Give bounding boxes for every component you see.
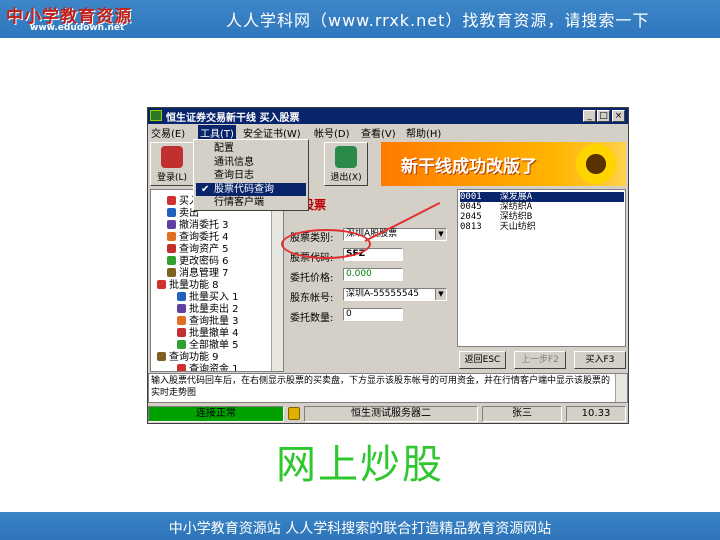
prev-step-button[interactable]: 上一步F2 [514, 351, 566, 369]
exit-button[interactable]: 退出(X) [324, 142, 368, 186]
dropdown-item-label: 通讯信息 [214, 156, 254, 168]
dropdown-item[interactable]: ✔ 股票代码查询 [196, 182, 306, 196]
tree-item[interactable]: 更改密码 6 [167, 252, 229, 267]
tree-item-label: 查询资金 1 [189, 364, 239, 372]
dropdown-item-label: 股票代码查询 [214, 183, 274, 195]
menu-tools[interactable]: 工具(T) [198, 125, 236, 140]
tree-item[interactable]: 查询资金 1 [177, 360, 239, 372]
stock-row[interactable]: 0045 深纺织A [460, 202, 532, 212]
top-banner: 中小学教育资源 www.edudown.net 人人学科网（www.rrxk.n… [0, 0, 720, 38]
window-title: 恒生证券交易新干线 买入股票 [166, 113, 300, 124]
maximize-button[interactable]: □ [597, 110, 610, 122]
check-icon: ✔ [201, 183, 210, 195]
stock-name: 深纺织B [499, 212, 533, 222]
tree-item[interactable]: 消息管理 7 [167, 264, 229, 279]
info-area: 输入股票代码回车后，在右侧显示股票的买卖盘，下方显示该股东帐号的可用资金，并在行… [148, 373, 628, 403]
banner-slogan: 人人学科网（www.rrxk.net）找教育资源，请搜索一下 [226, 11, 650, 30]
account-label: 股东帐号: [290, 293, 334, 304]
tree-item[interactable]: 查询批量 3 [177, 312, 239, 327]
connection-status: 连接正常 [148, 406, 284, 422]
account-value: 深圳A-55555545 [346, 289, 420, 299]
stock-code: 0813 [460, 222, 482, 232]
dropdown-item[interactable]: 行情客户端 [196, 196, 306, 209]
annotation-ellipse [281, 229, 371, 259]
tree-item[interactable]: 批量买入 1 [177, 288, 239, 303]
dropdown-item[interactable]: 配置 [196, 142, 306, 155]
minimize-button[interactable]: _ [583, 110, 596, 122]
menu-bar: 交易(E) 工具(T) 安全证书(W) 帐号(D) 查看(V) 帮助(H) [148, 124, 628, 140]
menu-view[interactable]: 查看(V) [361, 125, 396, 140]
tree-scrollbar[interactable] [271, 190, 283, 371]
sunflower-icon [576, 144, 616, 184]
stock-row[interactable]: 0001 深发展A [460, 192, 624, 202]
bottom-banner: 中小学教育资源站 人人学科搜索的联合打造精品教育资源网站 [0, 512, 720, 540]
dropdown-item[interactable]: 通讯信息 [196, 156, 306, 169]
menu-account[interactable]: 帐号(D) [314, 125, 350, 140]
time-status: 10.33 [566, 406, 626, 422]
ad-banner[interactable]: 新干线成功改版了 [381, 142, 626, 186]
function-tree[interactable]: 买入 卖出 撤消委托 3 查询委托 4 查询资产 5 更改密码 6 消息管理 7 批量功能 8… [150, 189, 284, 372]
price-input[interactable]: 0.000 [343, 268, 403, 281]
ad-text: 新干线成功改版了 [401, 157, 537, 177]
stock-row[interactable]: 0813 天山纺织 [460, 222, 536, 232]
tree-item[interactable]: 全部撤单 5 [177, 336, 239, 351]
chevron-down-icon[interactable]: ▼ [435, 229, 446, 240]
stock-row[interactable]: 2045 深纺织B [460, 212, 532, 222]
site-url[interactable]: www.edudown.net [30, 23, 124, 33]
price-label: 委托价格: [290, 273, 334, 284]
info-text: 输入股票代码回车后，在右侧显示股票的买卖盘，下方显示该股东帐号的可用资金，并在行… [151, 376, 611, 398]
tree-item[interactable]: 批量卖出 2 [177, 300, 239, 315]
status-bar: 连接正常 恒生测试服务器二 张三 10.33 [148, 405, 628, 423]
user-status: 张三 [482, 406, 562, 422]
dropdown-item-label: 行情客户端 [214, 197, 264, 208]
app-icon [150, 110, 162, 121]
stock-code: 2045 [460, 212, 482, 222]
login-label: 登录(L) [156, 173, 188, 183]
tools-dropdown-menu: 配置通讯信息查询日志 ✔ 股票代码查询 行情客户端 [193, 139, 309, 211]
quantity-input[interactable]: 0 [343, 308, 403, 321]
buy-form: 入股票 股票类别: 深圳A股股票 ▼ 股票代码: SFZ 委托价格: 0.000… [286, 189, 456, 372]
tree-item[interactable]: 查询功能 9 [157, 348, 219, 363]
tree-item[interactable]: 查询委托 4 [167, 228, 229, 243]
title-bar[interactable]: 恒生证券交易新干线 买入股票 _ □ × [148, 108, 628, 124]
exit-label: 退出(X) [330, 173, 362, 183]
dropdown-item-label: 查询日志 [214, 170, 254, 181]
tree-item[interactable]: 批量撤单 4 [177, 324, 239, 339]
tree-item[interactable]: 批量功能 8 [157, 276, 219, 291]
slide: 中小学教育资源 www.edudown.net 人人学科网（www.rrxk.n… [0, 0, 720, 540]
menu-certificate[interactable]: 安全证书(W) [243, 125, 301, 140]
stock-name: 深纺织A [499, 202, 533, 212]
footer-text: 中小学教育资源站 人人学科搜索的联合打造精品教育资源网站 [168, 521, 552, 537]
account-select[interactable]: 深圳A-55555545 ▼ [343, 288, 447, 301]
tree-item[interactable]: 撤消委托 3 [167, 216, 229, 231]
back-button[interactable]: 返回ESC [459, 351, 506, 369]
chevron-down-icon[interactable]: ▼ [435, 289, 446, 300]
menu-help[interactable]: 帮助(H) [406, 125, 441, 140]
tree-item-icon [177, 364, 186, 371]
login-button[interactable]: 登录(L) [150, 142, 194, 186]
dropdown-item-label: 配置 [214, 143, 234, 154]
close-button[interactable]: × [612, 110, 625, 122]
info-scrollbar[interactable] [615, 374, 627, 402]
quantity-label: 委托数量: [290, 313, 334, 324]
buy-button[interactable]: 买入F3 [574, 351, 626, 369]
tree-item-icon [157, 352, 166, 361]
tree-item[interactable]: 查询资产 5 [167, 240, 229, 255]
menu-trade[interactable]: 交易(E) [151, 125, 185, 140]
stock-list[interactable]: 0001 深发展A 0045 深纺织A 2045 深纺织B 0813 天山纺织 [457, 189, 626, 347]
lock-icon [288, 407, 300, 420]
dropdown-item[interactable]: 查询日志 [196, 169, 306, 182]
slide-caption: 网上炒股 [276, 442, 444, 488]
stock-name: 深发展A [499, 192, 533, 202]
people-icon [161, 146, 183, 168]
tree-item-icon [157, 280, 166, 289]
stock-code: 0045 [460, 202, 482, 212]
stock-name: 天山纺织 [499, 222, 536, 232]
server-status: 恒生测试服务器二 [304, 406, 478, 422]
stock-code: 0001 [460, 192, 482, 202]
exit-icon [335, 146, 357, 168]
